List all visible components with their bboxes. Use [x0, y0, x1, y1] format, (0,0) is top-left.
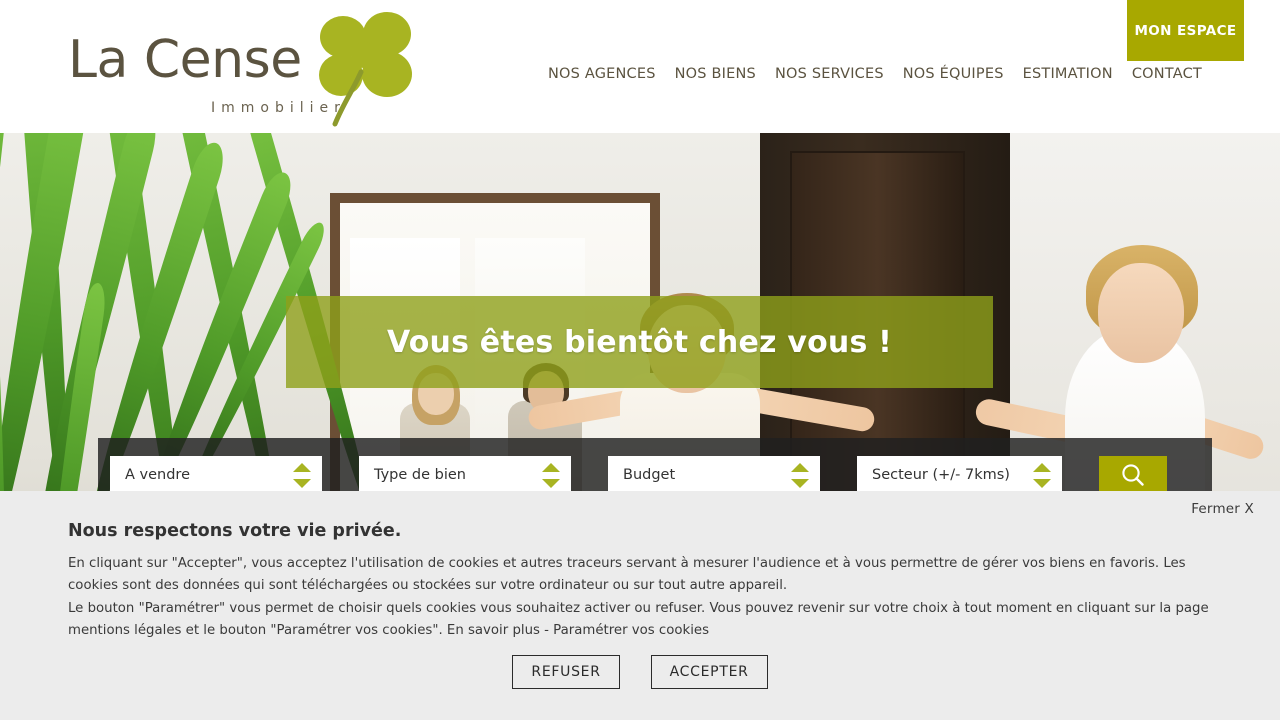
cookie-banner-text: En cliquant sur "Accepter", vous accepte…: [68, 553, 1214, 642]
nav-contact[interactable]: CONTACT: [1132, 66, 1202, 82]
main-navigation: NOS AGENCES NOS BIENS NOS SERVICES NOS É…: [548, 66, 1202, 82]
cookie-banner-actions: REFUSER ACCEPTER: [0, 655, 1280, 689]
property-search-form: A vendre Type de bien Budget Secteur (+/…: [110, 456, 1200, 496]
select-property-type-label: Type de bien: [374, 467, 466, 483]
spinner-updown-icon[interactable]: [1033, 462, 1051, 489]
page-root: La Cense Immobilier NOS AGENCES NOS BIEN…: [0, 0, 1280, 720]
nav-nos-biens[interactable]: NOS BIENS: [675, 66, 756, 82]
nav-estimation[interactable]: ESTIMATION: [1023, 66, 1113, 82]
site-header: La Cense Immobilier NOS AGENCES NOS BIEN…: [0, 0, 1280, 133]
select-sector[interactable]: Secteur (+/- 7kms): [857, 456, 1062, 494]
select-transaction[interactable]: A vendre: [110, 456, 322, 494]
cookie-banner-title: Nous respectons votre vie privée.: [68, 521, 402, 541]
nav-nos-services[interactable]: NOS SERVICES: [775, 66, 884, 82]
search-icon: [1122, 464, 1144, 486]
spinner-updown-icon[interactable]: [293, 462, 311, 489]
cookie-close-link[interactable]: Fermer X: [1191, 501, 1254, 517]
hero-title: Vous êtes bientôt chez vous !: [386, 324, 893, 360]
cookie-consent-banner: Fermer X Nous respectons votre vie privé…: [0, 491, 1280, 720]
cookie-paragraph-2: Le bouton "Paramétrer" vous permet de ch…: [68, 600, 1209, 638]
search-submit-button[interactable]: [1099, 456, 1167, 494]
select-budget[interactable]: Budget: [608, 456, 820, 494]
select-sector-label: Secteur (+/- 7kms): [872, 467, 1010, 483]
site-logo[interactable]: La Cense Immobilier: [68, 12, 412, 127]
nav-nos-agences[interactable]: NOS AGENCES: [548, 66, 656, 82]
cookie-paragraph-1: En cliquant sur "Accepter", vous accepte…: [68, 556, 1186, 594]
spinner-updown-icon[interactable]: [542, 462, 560, 489]
cookie-refuse-button[interactable]: REFUSER: [512, 655, 620, 689]
hero-girl-head: [1098, 263, 1184, 363]
select-property-type[interactable]: Type de bien: [359, 456, 571, 494]
nav-nos-equipes[interactable]: NOS ÉQUIPES: [903, 66, 1004, 82]
cookie-accept-button[interactable]: ACCEPTER: [650, 655, 768, 689]
logo-wordmark: La Cense: [68, 30, 302, 90]
select-budget-label: Budget: [623, 467, 676, 483]
hero-title-band: Vous êtes bientôt chez vous !: [286, 296, 993, 388]
mon-espace-button[interactable]: MON ESPACE: [1127, 0, 1244, 61]
select-transaction-label: A vendre: [125, 467, 190, 483]
spinner-updown-icon[interactable]: [791, 462, 809, 489]
clover-icon: [319, 12, 412, 127]
